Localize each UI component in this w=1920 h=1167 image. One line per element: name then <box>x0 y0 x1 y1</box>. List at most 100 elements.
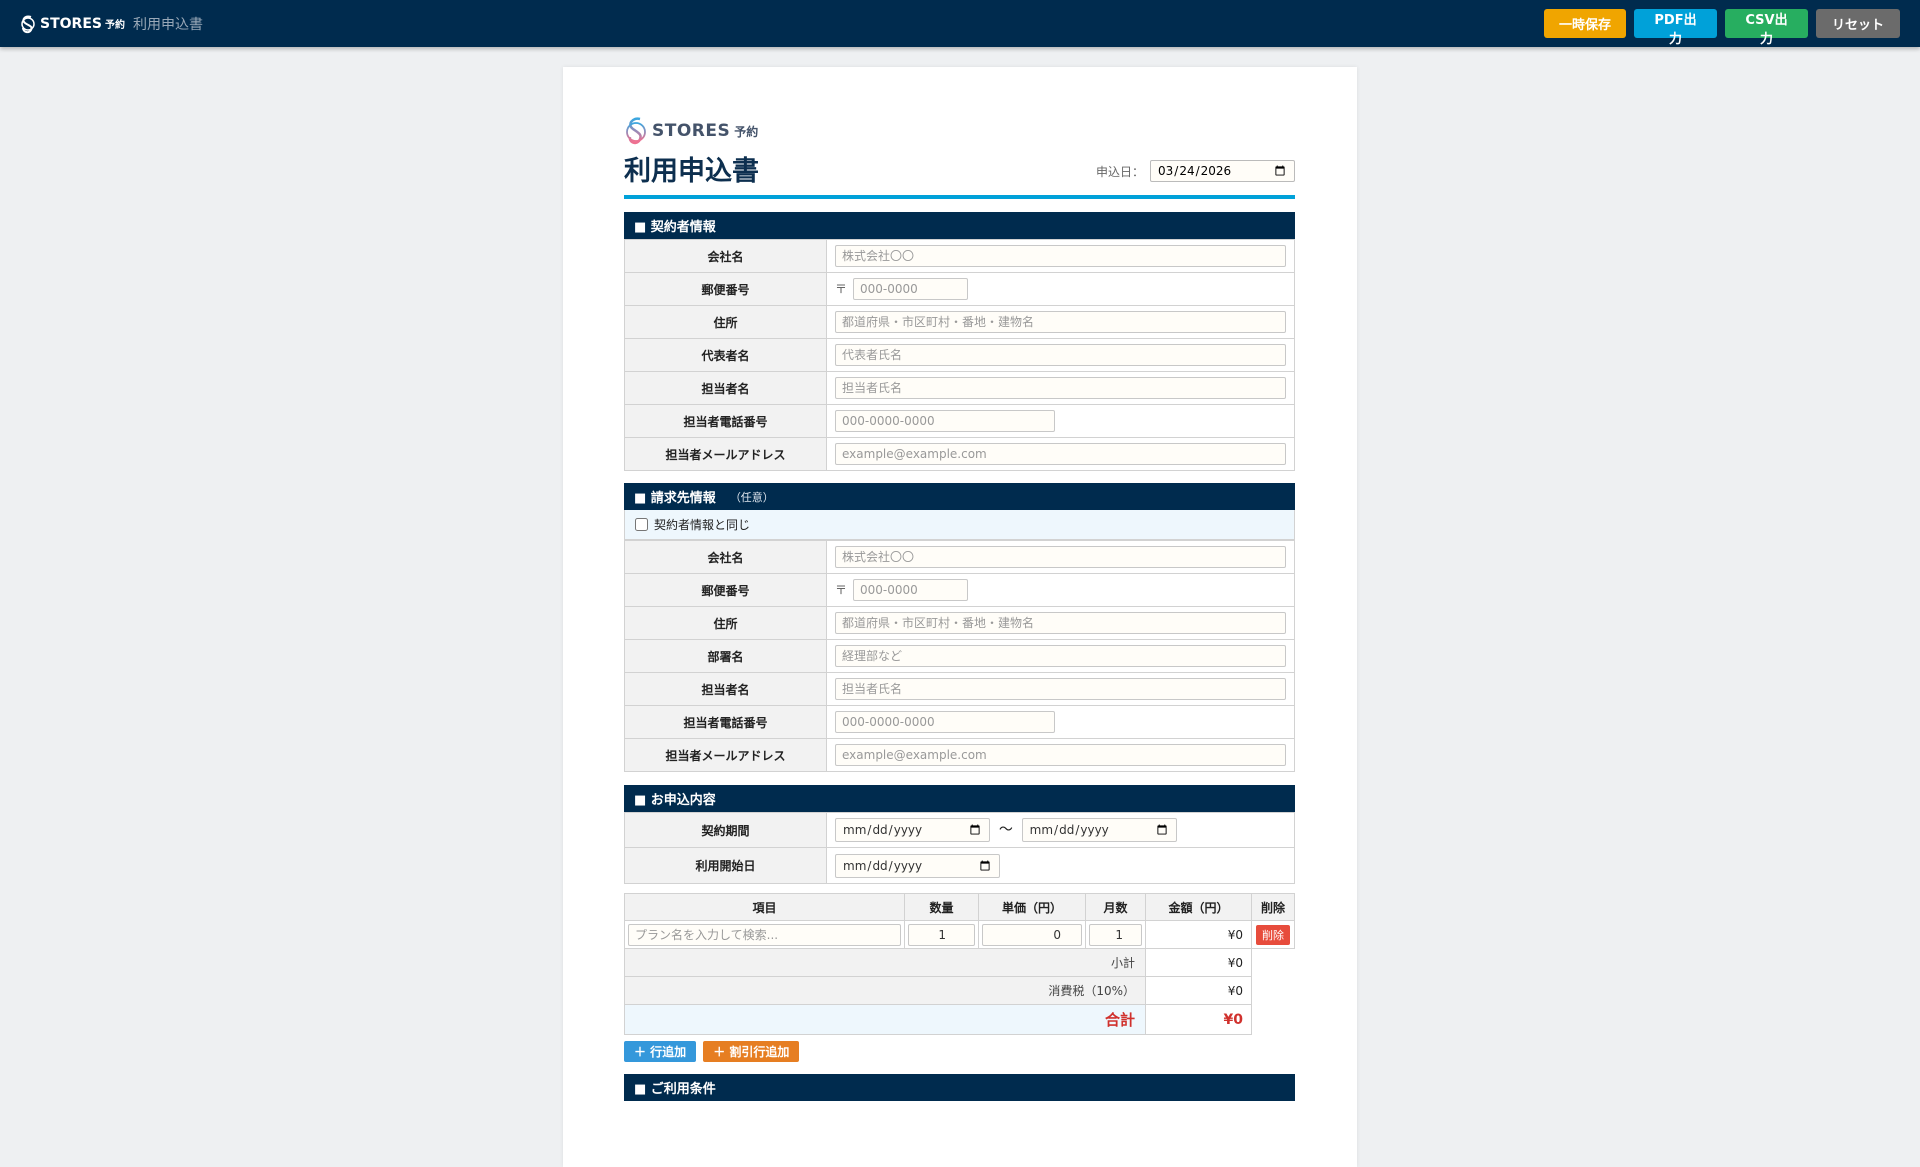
field-input[interactable] <box>835 410 1055 432</box>
items-header-row: 項目 数量 単価（円） 月数 金額（円） 削除 <box>624 893 1295 921</box>
col-qty: 数量 <box>904 893 979 921</box>
price-input[interactable] <box>982 923 1082 946</box>
logo-text: STORES <box>652 121 731 141</box>
same-as-contractor[interactable]: 契約者情報と同じ <box>624 510 1295 540</box>
billing-section-header: ■ 請求先情報 （任意） <box>624 483 1295 510</box>
start-date-input[interactable] <box>835 853 1000 878</box>
date-label: 申込日： <box>1095 164 1144 179</box>
subtotal-row: 小計 ¥0 <box>624 948 1295 977</box>
subtotal-label: 小計 <box>624 948 1146 977</box>
application-date: 申込日： <box>624 160 1295 182</box>
application-date-input[interactable] <box>1150 160 1295 182</box>
order-form: 契約期間 〜 利用開始日 <box>624 812 1295 884</box>
add-discount-row-button[interactable]: ＋ 割引行追加 <box>703 1041 800 1062</box>
months-input[interactable] <box>1089 923 1142 946</box>
brand-logo: STORES 予約 <box>19 14 125 34</box>
same-as-contractor-checkbox[interactable] <box>635 518 648 531</box>
field-label: 郵便番号 <box>624 573 827 607</box>
reset-button[interactable]: リセット <box>1816 9 1900 38</box>
field-input[interactable] <box>835 744 1286 766</box>
app-title: 利用申込書 <box>132 16 203 33</box>
total-value: ¥0 <box>1145 1004 1252 1035</box>
form-row: 郵便番号 〒 <box>624 272 1295 306</box>
field-input[interactable] <box>835 645 1286 667</box>
terms-section-header: ■ ご利用条件 <box>624 1074 1295 1101</box>
field-label: 郵便番号 <box>624 272 827 306</box>
field-label: 担当者名 <box>624 371 827 405</box>
item-row: ¥0 削除 <box>624 920 1295 949</box>
stores-logo-icon <box>21 15 35 33</box>
subtotal-value: ¥0 <box>1145 948 1252 977</box>
form-row: 担当者メールアドレス <box>624 738 1295 772</box>
field-input[interactable] <box>835 711 1055 733</box>
form-row: 会社名 <box>624 239 1295 273</box>
period-separator: 〜 <box>998 822 1013 838</box>
plan-search-input[interactable] <box>628 923 901 946</box>
field-label: 会社名 <box>624 239 827 273</box>
field-label: 住所 <box>624 305 827 339</box>
col-delete: 削除 <box>1251 893 1295 921</box>
form-row: 担当者メールアドレス <box>624 437 1295 471</box>
col-months: 月数 <box>1085 893 1146 921</box>
field-input[interactable] <box>835 546 1286 568</box>
order-section-header: ■ お申込内容 <box>624 785 1295 812</box>
document-logo: STORES 予約 <box>624 116 1295 146</box>
form-row: 担当者電話番号 <box>624 404 1295 438</box>
period-end-input[interactable] <box>1021 818 1177 842</box>
title-divider <box>624 195 1295 199</box>
form-row: 住所 <box>624 606 1295 640</box>
field-input[interactable] <box>835 612 1286 634</box>
col-item: 項目 <box>624 893 905 921</box>
contractor-form: 会社名 郵便番号 〒住所 代表者名 担当者名 担当者電話番号 担当者メールアドレ… <box>624 239 1295 471</box>
form-row: 部署名 <box>624 639 1295 673</box>
qty-input[interactable] <box>908 923 975 946</box>
field-label: 会社名 <box>624 540 827 574</box>
top-bar: STORES 予約 利用申込書 一時保存 PDF出力 CSV出力 リセット <box>0 0 1920 47</box>
form-row: 住所 <box>624 305 1295 339</box>
tax-value: ¥0 <box>1145 976 1252 1005</box>
field-input[interactable] <box>835 344 1286 366</box>
field-label: 担当者メールアドレス <box>624 437 827 471</box>
optional-label: （任意） <box>729 490 774 504</box>
postal-mark: 〒 <box>835 583 848 597</box>
pdf-export-button[interactable]: PDF出力 <box>1634 9 1717 47</box>
field-label: 担当者名 <box>624 672 827 706</box>
csv-export-button[interactable]: CSV出力 <box>1725 9 1808 47</box>
field-label: 利用開始日 <box>624 847 827 884</box>
delete-row-button[interactable]: 削除 <box>1256 924 1290 945</box>
field-input[interactable] <box>835 245 1286 267</box>
tax-row: 消費税（10%） ¥0 <box>624 976 1295 1005</box>
field-input[interactable] <box>835 678 1286 700</box>
field-label: 担当者電話番号 <box>624 705 827 739</box>
field-input[interactable] <box>853 278 969 300</box>
logo-sub: 予約 <box>734 124 759 139</box>
contract-period-row: 契約期間 〜 <box>624 812 1295 848</box>
stores-logo-icon <box>626 117 646 145</box>
period-start-input[interactable] <box>835 818 990 842</box>
tax-label: 消費税（10%） <box>624 976 1146 1005</box>
field-input[interactable] <box>853 579 969 601</box>
field-input[interactable] <box>835 311 1286 333</box>
brand-name: STORES <box>40 15 102 32</box>
add-row-button[interactable]: ＋ 行追加 <box>624 1041 697 1062</box>
total-label: 合計 <box>624 1004 1146 1035</box>
save-draft-button[interactable]: 一時保存 <box>1544 9 1626 38</box>
form-row: 担当者名 <box>624 672 1295 706</box>
field-label: 契約期間 <box>624 812 827 848</box>
field-label: 担当者電話番号 <box>624 404 827 438</box>
form-row: 代表者名 <box>624 338 1295 372</box>
form-row: 担当者電話番号 <box>624 705 1295 739</box>
col-amount: 金額（円） <box>1145 893 1252 921</box>
postal-mark: 〒 <box>835 282 848 296</box>
form-row: 会社名 <box>624 540 1295 574</box>
billing-header-text: ■ 請求先情報 <box>634 491 716 506</box>
same-as-contractor-label: 契約者情報と同じ <box>654 518 751 532</box>
field-label: 住所 <box>624 606 827 640</box>
start-date-row: 利用開始日 <box>624 847 1295 884</box>
field-label: 部署名 <box>624 639 827 673</box>
col-price: 単価（円） <box>978 893 1086 921</box>
items-table: 項目 数量 単価（円） 月数 金額（円） 削除 ¥0 削除 小計¥0 消費税（1… <box>624 893 1295 1035</box>
field-input[interactable] <box>835 443 1286 465</box>
document-card: STORES 予約 利用申込書 申込日： ■ 契約者情報 会社名 郵便番号 〒住… <box>563 67 1357 1167</box>
field-input[interactable] <box>835 377 1286 399</box>
